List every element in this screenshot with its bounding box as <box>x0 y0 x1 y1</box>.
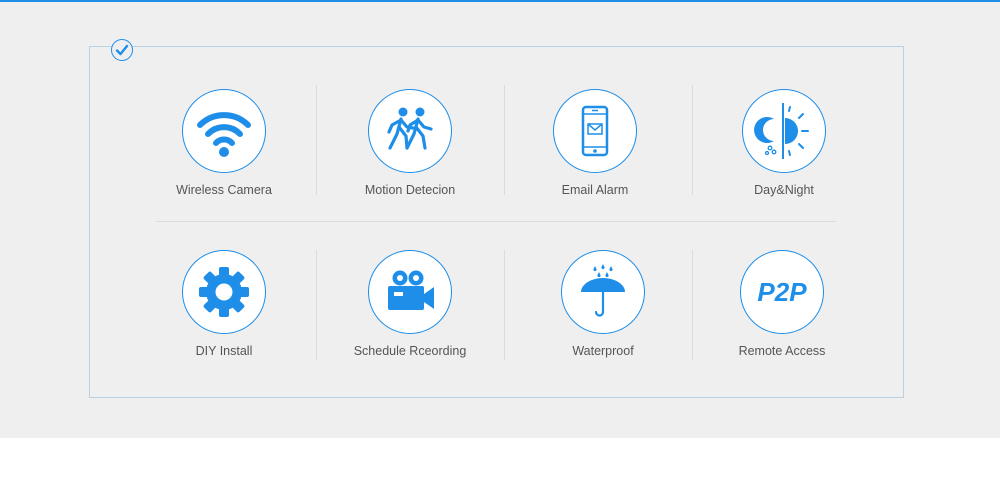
p2p-icon-text: P2P <box>757 276 807 307</box>
feature-label: Waterproof <box>572 344 634 358</box>
feature-label: Email Alarm <box>561 183 629 197</box>
feature-label: Motion Detecion <box>364 183 456 197</box>
feature-label: DIY Install <box>195 344 253 358</box>
p2p-icon: P2P <box>740 250 824 334</box>
wifi-icon <box>182 89 266 173</box>
umbrella-rain-icon <box>561 250 645 334</box>
feature-wireless-camera: Wireless Camera <box>134 89 314 197</box>
row-divider <box>156 221 836 222</box>
feature-label: Day&Night <box>754 183 814 197</box>
feature-diy-install: DIY Install <box>134 250 314 358</box>
feature-email-alarm: Email Alarm <box>505 89 685 197</box>
feature-label: Remote Access <box>738 344 826 358</box>
column-divider <box>316 85 317 195</box>
feature-waterproof: Waterproof <box>513 250 693 358</box>
video-camera-icon <box>368 250 452 334</box>
column-divider <box>316 250 317 360</box>
feature-label: Schedule Rceording <box>353 344 467 358</box>
phone-email-icon <box>553 89 637 173</box>
column-divider <box>504 250 505 360</box>
feature-motion-detection: Motion Detecion <box>320 89 500 197</box>
feature-day-night: Day&Night <box>694 89 874 197</box>
checkmark-icon <box>111 39 133 61</box>
walking-people-icon <box>368 89 452 173</box>
feature-schedule-recording: Schedule Rceording <box>320 250 500 358</box>
gear-icon <box>182 250 266 334</box>
column-divider <box>692 85 693 195</box>
feature-remote-access: P2P Remote Access <box>692 250 872 358</box>
day-night-icon <box>742 89 826 173</box>
feature-label: Wireless Camera <box>176 183 272 197</box>
